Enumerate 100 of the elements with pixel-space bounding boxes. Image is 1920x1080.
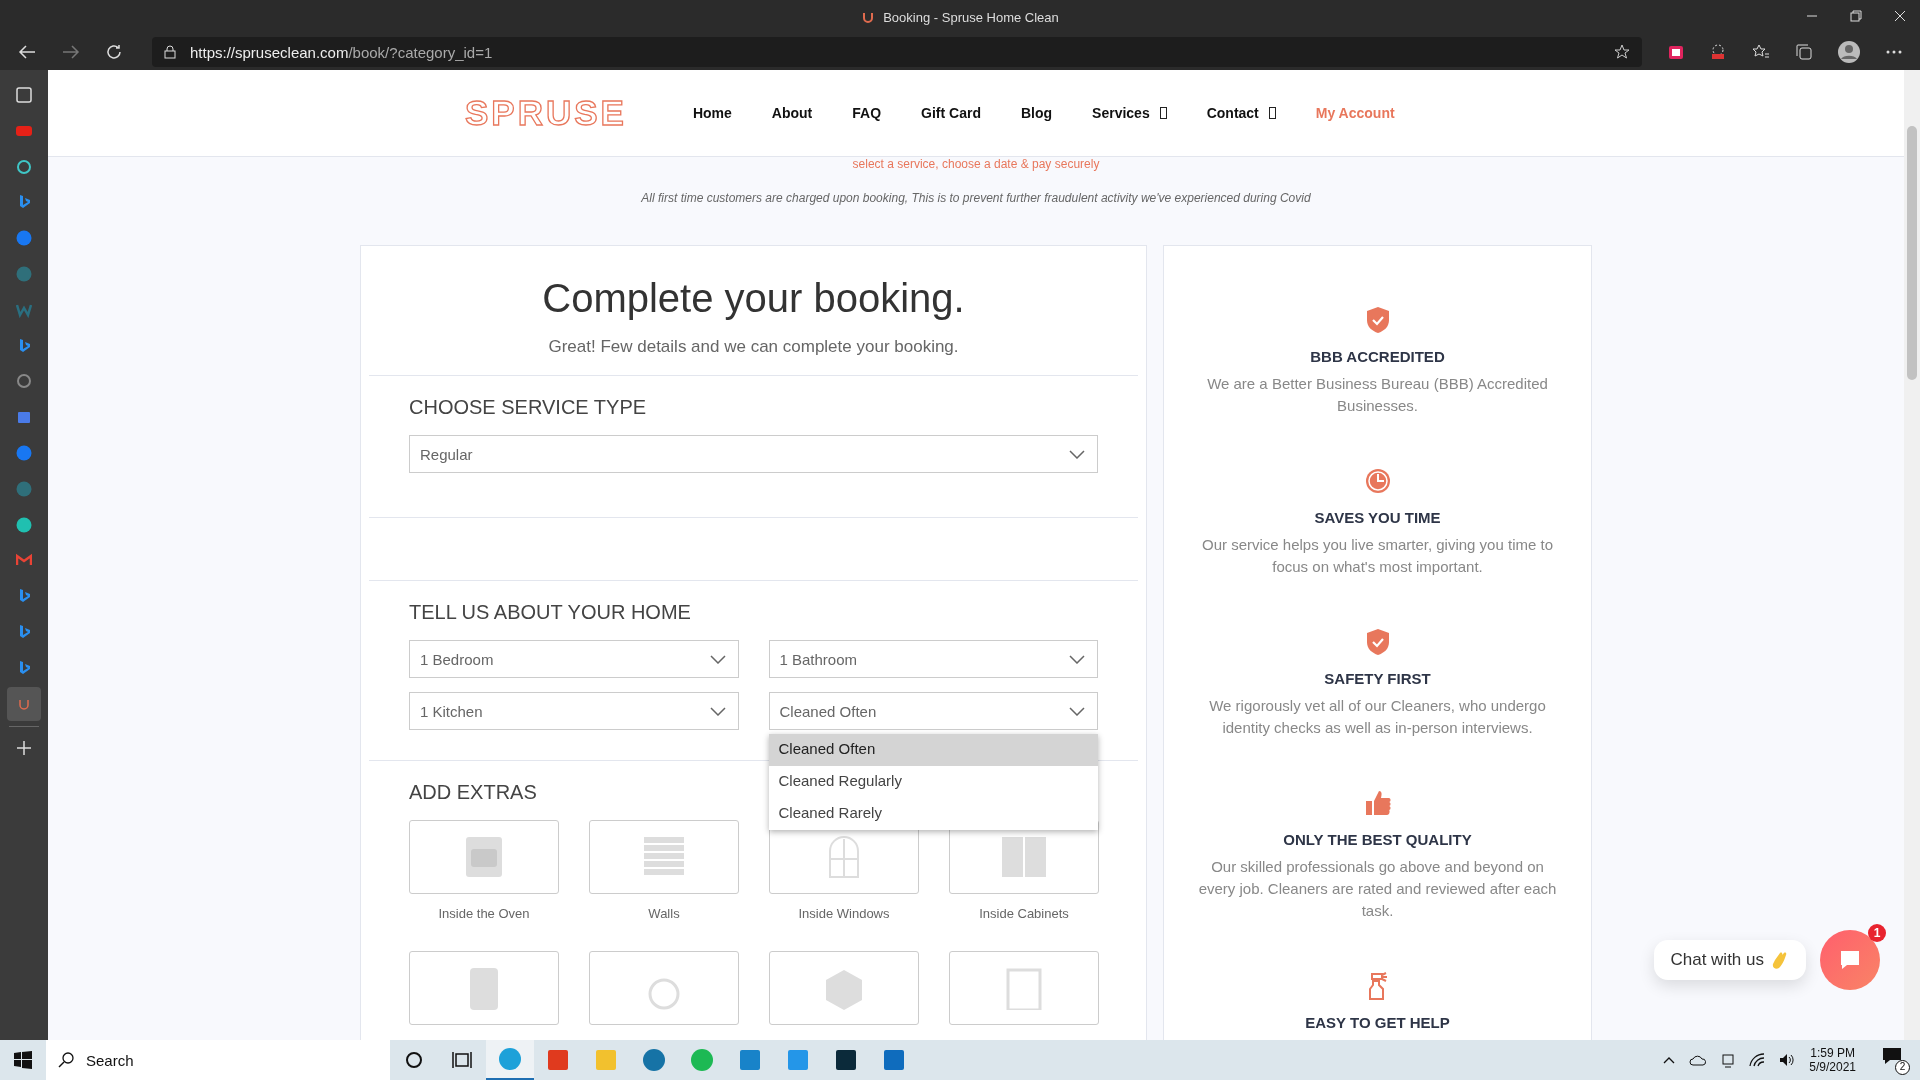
clock-time[interactable]: 1:59 PM	[1810, 1046, 1855, 1060]
section-heading: ADD EXTRAS	[409, 781, 537, 804]
tagline: select a service, choose a date & pay securely	[852, 157, 1100, 171]
chat-button[interactable]	[1820, 930, 1880, 990]
feature-title: BBB ACCREDITED	[1310, 348, 1445, 365]
add-icon[interactable]	[17, 741, 31, 756]
thumb-icon	[1364, 789, 1391, 817]
home-select[interactable]: 1 Kitchen	[409, 692, 739, 730]
extra-label: Inside the Oven	[437, 906, 531, 921]
app-icon	[546, 1048, 570, 1072]
sidebar-app-icon	[16, 230, 32, 247]
dropdown-option[interactable]: Cleaned Regularly	[768, 766, 1098, 798]
sidebar-app-icon	[16, 87, 32, 103]
feature-title: EASY TO GET HELP	[1305, 1014, 1450, 1031]
profile-icon[interactable]	[1838, 41, 1860, 63]
search-icon	[58, 1052, 74, 1068]
booking-subtitle: Great! Few details and we can complete your booking.	[547, 337, 960, 357]
app-icon	[498, 1047, 522, 1071]
nav-link[interactable]: Services	[1092, 105, 1167, 121]
chevron-icon	[1069, 706, 1085, 716]
section-heading: CHOOSE SERVICE TYPE	[409, 396, 647, 419]
extra-label: Inside Cabinets	[978, 906, 1070, 921]
notice-text: All first time customers are charged upon booking, This is to prevent further fraudulent activity we've experienced during Covid	[641, 191, 1311, 205]
address-bar[interactable]: https://spruseclean.com/book/?category_id=1	[152, 37, 1642, 67]
notification-badge: 1	[1868, 924, 1886, 942]
extra-tile[interactable]	[949, 820, 1099, 894]
home-select[interactable]: 1 Bedroom	[409, 640, 739, 678]
nav-link[interactable]: Blog	[1020, 105, 1053, 121]
sidebar-app-icon	[16, 480, 32, 497]
feature-title: ONLY THE BEST QUALITY	[1283, 831, 1472, 848]
extension-icon[interactable]	[1668, 44, 1684, 60]
cabinet-icon	[1000, 835, 1048, 879]
shield-icon	[1364, 306, 1391, 334]
restore-icon[interactable]	[1850, 10, 1862, 22]
taskbar-search-field[interactable]: Search	[46, 1040, 390, 1080]
feature-text: Our skilled professionals go above and beyond on every job. Cleaners are rated and reviewed after each task.	[1197, 857, 1558, 921]
feature-text: We rigorously vet all of our Cleaners, who undergo identity checks as well as in-person interviews.	[1208, 696, 1547, 738]
forward-icon[interactable]	[62, 44, 80, 60]
notification-center-button[interactable]: 2	[1880, 1045, 1910, 1075]
chevron-up-icon[interactable]	[1663, 1056, 1676, 1064]
more-icon[interactable]	[1886, 50, 1902, 54]
sidebar-app-icon	[16, 409, 32, 426]
app-icon	[834, 1048, 858, 1072]
feature-title: SAFETY FIRST	[1324, 670, 1431, 687]
extra-tile[interactable]	[769, 951, 919, 1025]
favorites-icon[interactable]	[1752, 44, 1770, 60]
home-select[interactable]: Cleaned Often	[768, 692, 1098, 730]
cloud-icon[interactable]	[1689, 1054, 1708, 1066]
chat-icon	[1839, 949, 1861, 971]
booking-title: Complete your booking.	[541, 276, 966, 321]
nav-link[interactable]: FAQ	[852, 105, 882, 121]
scrollbar-thumb[interactable]	[1907, 126, 1917, 380]
app-icon	[690, 1048, 714, 1072]
app-icon	[594, 1048, 618, 1072]
clock-date[interactable]: 5/9/2021	[1809, 1060, 1856, 1074]
chevron-icon	[1069, 654, 1085, 664]
extra-tile[interactable]	[949, 951, 1099, 1025]
home-select[interactable]: 1 Bathroom	[768, 640, 1098, 678]
sidebar-app-icon	[16, 266, 32, 282]
app-icon	[642, 1048, 666, 1072]
lock-icon	[164, 45, 176, 59]
service-type-select[interactable]: Regular	[409, 435, 1098, 473]
notification-icon	[1882, 1047, 1902, 1065]
feature-text: We are a Better Business Bureau (BBB) Accredited Businesses.	[1206, 374, 1549, 416]
dropdown-option[interactable]: Cleaned Rarely	[768, 798, 1098, 830]
extra-tile[interactable]	[409, 951, 559, 1025]
chevron-icon	[709, 654, 726, 664]
clock-icon	[1364, 467, 1391, 495]
dropdown-option[interactable]: Cleaned Often	[768, 734, 1098, 766]
sidebar-app-icon	[16, 373, 32, 390]
nav-link[interactable]: About	[771, 105, 813, 121]
feature-text: Our service helps you live smarter, giving you time to focus on what's most important.	[1201, 535, 1554, 577]
extra-tile[interactable]	[589, 820, 739, 894]
sidebar-app-icon	[16, 516, 32, 533]
chevron-icon	[1069, 449, 1085, 459]
sidebar-item[interactable]	[7, 686, 41, 721]
star-icon[interactable]	[1614, 44, 1630, 60]
extra-tile[interactable]	[409, 820, 559, 894]
app-icon	[786, 1048, 810, 1072]
chat-prompt[interactable]: Chat with us	[1654, 940, 1806, 980]
nav-link[interactable]: Home	[692, 105, 732, 121]
extra-tile[interactable]	[589, 951, 739, 1025]
refresh-icon[interactable]	[106, 44, 122, 60]
sidebar-app-icon	[16, 444, 32, 461]
collections-icon[interactable]	[1796, 44, 1812, 60]
back-icon[interactable]	[18, 44, 36, 60]
chevron-icon	[709, 706, 726, 716]
wifi-icon[interactable]	[1749, 1053, 1766, 1067]
url-text: https://spruseclean.com/book/?category_id=1	[190, 43, 493, 61]
nav-link[interactable]: Gift Card	[921, 105, 981, 121]
nav-link[interactable]: Contact	[1206, 105, 1276, 121]
app-icon	[738, 1048, 762, 1072]
windows-start-icon[interactable]	[14, 1051, 32, 1069]
window-title: Booking - Spruse Home Clean	[883, 9, 1059, 25]
extra-label: Inside Windows	[797, 906, 891, 921]
site-icon	[861, 10, 876, 24]
sidebar-app-icon	[16, 158, 32, 175]
extra-label: Walls	[647, 906, 681, 921]
volume-icon[interactable]	[1779, 1053, 1796, 1067]
close-icon[interactable]	[1894, 10, 1906, 22]
